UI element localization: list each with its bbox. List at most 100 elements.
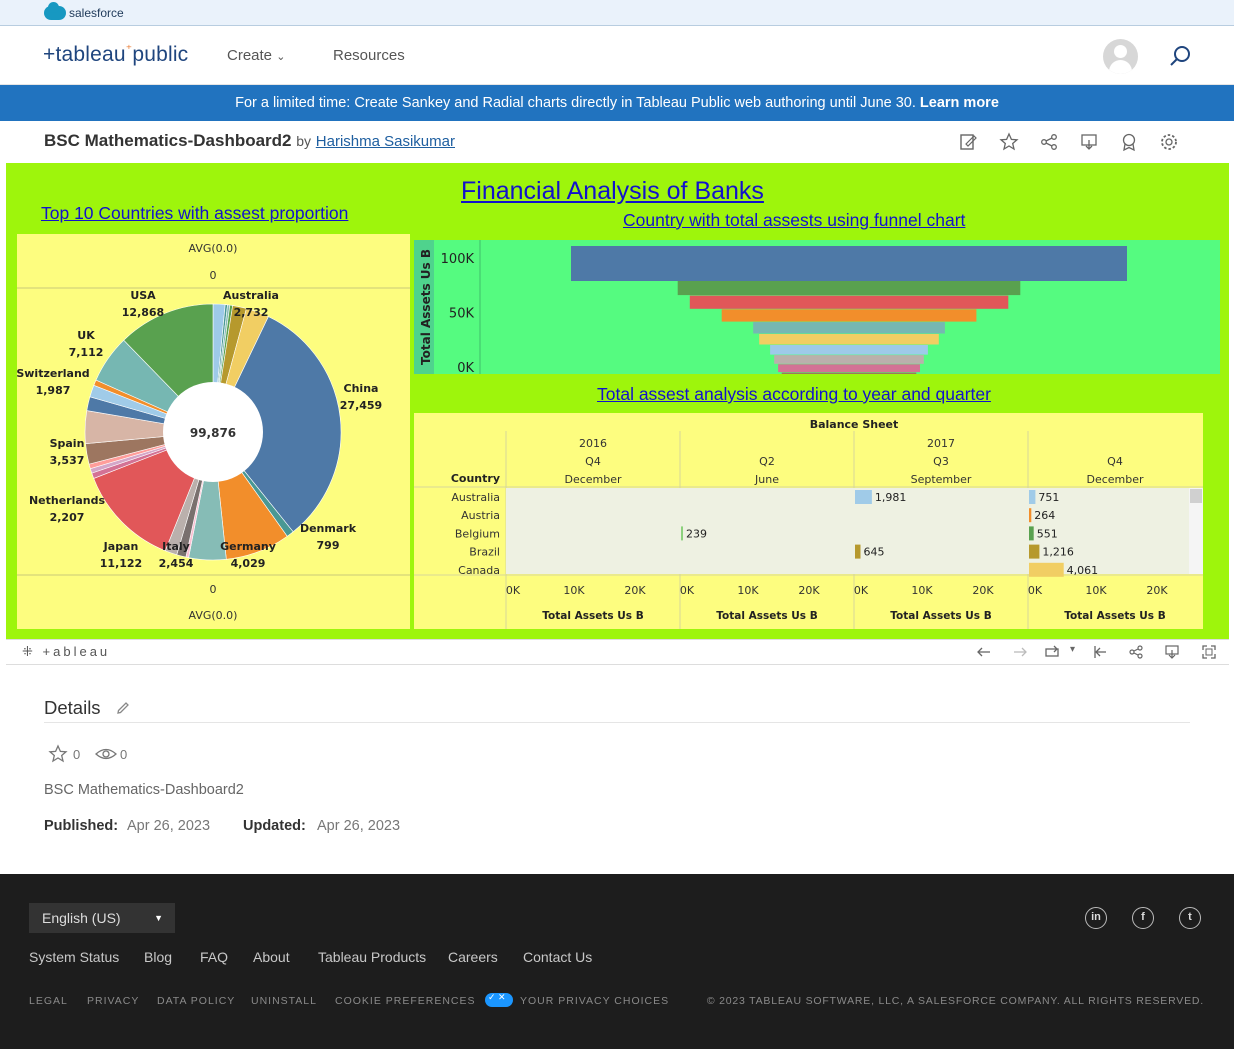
- pie-label-value: 27,459: [340, 399, 382, 412]
- pie-bottom-axis-tick: 0: [210, 583, 217, 596]
- undo-icon[interactable]: [976, 644, 992, 660]
- pie-chart[interactable]: AVG(0.0) 0 99,876 Australia 2,732 China 27,…: [16, 234, 410, 629]
- funnel-bar[interactable]: [689, 295, 1009, 309]
- views-count: 0: [120, 747, 128, 762]
- revert-icon[interactable]: [1044, 644, 1060, 660]
- table-cell-label: 751: [1038, 491, 1059, 504]
- table-cell-bar[interactable]: [1029, 526, 1034, 541]
- table-cell-label: 551: [1037, 527, 1058, 540]
- cookie-preferences-link[interactable]: COOKIE PREFERENCES: [335, 995, 476, 1007]
- pie-label-value: 2,732: [234, 306, 269, 319]
- funnel-bar[interactable]: [759, 334, 939, 345]
- column-year: 2017: [927, 437, 955, 450]
- table-cell-bar[interactable]: [1029, 544, 1040, 559]
- favorites-star-icon[interactable]: [48, 744, 68, 764]
- funnel-bar[interactable]: [753, 322, 945, 334]
- funnel-chart[interactable]: Total Assets Us B 100K 50K 0K: [414, 240, 1220, 404]
- footer-link-tableau-products[interactable]: Tableau Products: [318, 949, 426, 965]
- funnel-bar[interactable]: [677, 281, 1021, 296]
- footer: English (US) ▼ System Status Blog FAQ Ab…: [0, 874, 1234, 1049]
- pie-label-value: 3,537: [50, 454, 85, 467]
- funnel-bar[interactable]: [781, 372, 917, 380]
- nav-resources-link[interactable]: Resources: [333, 47, 405, 64]
- x-axis-tick: 20K: [624, 584, 646, 597]
- revert-dropdown-caret-icon[interactable]: ▾: [1070, 644, 1075, 655]
- table-cell-bar[interactable]: [855, 490, 872, 504]
- viz-by-label: by: [296, 133, 312, 149]
- fullscreen-icon[interactable]: [1201, 644, 1217, 660]
- tableau-toolbar-logo[interactable]: ⁜ +ableau: [22, 644, 110, 660]
- table-cell-bar[interactable]: [1029, 562, 1064, 577]
- pie-label-name: Japan: [103, 540, 139, 553]
- toolbar-share-icon[interactable]: [1128, 644, 1144, 660]
- legal-link[interactable]: LEGAL: [29, 995, 68, 1007]
- footer-link-blog[interactable]: Blog: [144, 949, 172, 965]
- settings-gear-icon[interactable]: [1159, 132, 1179, 152]
- updated-date: Apr 26, 2023: [317, 818, 401, 834]
- banner-learn-more-link[interactable]: Learn more: [920, 95, 999, 111]
- table-cell-bar[interactable]: [855, 544, 861, 559]
- published-date: Apr 26, 2023: [127, 818, 211, 834]
- facebook-icon[interactable]: f: [1132, 907, 1154, 929]
- revert-all-icon[interactable]: [1092, 644, 1108, 660]
- footer-link-about[interactable]: About: [253, 949, 290, 965]
- published-label: Published:: [44, 818, 119, 834]
- chevron-down-icon: ⌄: [276, 51, 286, 63]
- table-row-label: Australia: [451, 491, 500, 504]
- x-axis-tick: 0K: [506, 584, 521, 597]
- footer-link-contact-us[interactable]: Contact Us: [523, 949, 592, 965]
- dashboard: Financial Analysis of Banks Top 10 Count…: [6, 163, 1229, 639]
- x-axis-tick: 20K: [1146, 584, 1168, 597]
- pie-label-name: China: [344, 382, 379, 395]
- pie-label-name: Netherlands: [29, 494, 106, 507]
- column-month: September: [911, 473, 972, 486]
- table-row-label: Canada: [458, 564, 500, 577]
- privacy-choices-link[interactable]: YOUR PRIVACY CHOICES: [520, 995, 669, 1007]
- user-avatar[interactable]: [1103, 39, 1138, 74]
- favorite-star-icon[interactable]: [999, 132, 1019, 152]
- uninstall-link[interactable]: UNINSTALL: [251, 995, 317, 1007]
- salesforce-label[interactable]: salesforce: [69, 6, 124, 20]
- language-select[interactable]: English (US) ▼: [29, 903, 175, 933]
- privacy-link[interactable]: PRIVACY: [87, 995, 139, 1007]
- funnel-bar[interactable]: [774, 355, 924, 364]
- funnel-bar[interactable]: [778, 364, 920, 373]
- toolbar-download-icon[interactable]: [1164, 644, 1180, 660]
- pie-label-name: Germany: [220, 540, 276, 553]
- table-cell-bar[interactable]: [1029, 490, 1036, 504]
- table-cell-label: 645: [864, 546, 885, 559]
- details-divider: [44, 722, 1190, 723]
- share-icon[interactable]: [1039, 132, 1059, 152]
- download-icon[interactable]: [1079, 132, 1099, 152]
- data-policy-link[interactable]: DATA POLICY: [157, 995, 235, 1007]
- search-icon[interactable]: [1168, 44, 1192, 68]
- table-cell-bar[interactable]: [1029, 508, 1032, 523]
- privacy-choices-toggle-icon[interactable]: [485, 992, 513, 1007]
- footer-link-careers[interactable]: Careers: [448, 949, 498, 965]
- pie-top-axis-label: AVG(0.0): [189, 242, 238, 255]
- edit-pencil-icon[interactable]: [115, 700, 131, 716]
- column-month: December: [564, 473, 622, 486]
- pie-label-name: Switzerland: [17, 367, 90, 380]
- copyright-text: © 2023 TABLEAU SOFTWARE, LLC, A SALESFOR…: [706, 995, 1204, 1007]
- table-row-header: Country: [451, 472, 500, 485]
- tableau-public-logo[interactable]: +tableau⁺public: [43, 42, 188, 67]
- viz-author-link[interactable]: Harishma Sasikumar: [316, 133, 455, 150]
- nav-create-menu[interactable]: Create ⌄: [227, 47, 285, 64]
- balance-sheet-chart[interactable]: Balance Sheet Country 2016 Q4 December 0K 10K 2…: [414, 413, 1203, 629]
- award-icon[interactable]: [1119, 132, 1139, 152]
- table-cell-bar[interactable]: [681, 526, 683, 541]
- footer-link-system-status[interactable]: System Status: [29, 949, 119, 965]
- funnel-bar[interactable]: [721, 309, 977, 322]
- pie-label-value: 7,112: [69, 346, 104, 359]
- funnel-bar[interactable]: [571, 246, 1127, 281]
- edit-copy-icon[interactable]: [958, 132, 978, 152]
- twitter-icon[interactable]: t: [1179, 907, 1201, 929]
- x-axis-tick: 0K: [854, 584, 869, 597]
- x-axis-label: Total Assets Us B: [890, 610, 991, 622]
- redo-icon[interactable]: [1012, 644, 1028, 660]
- column-quarter: Q2: [759, 455, 775, 468]
- linkedin-icon[interactable]: in: [1085, 907, 1107, 929]
- funnel-bar[interactable]: [770, 345, 928, 355]
- footer-link-faq[interactable]: FAQ: [200, 949, 228, 965]
